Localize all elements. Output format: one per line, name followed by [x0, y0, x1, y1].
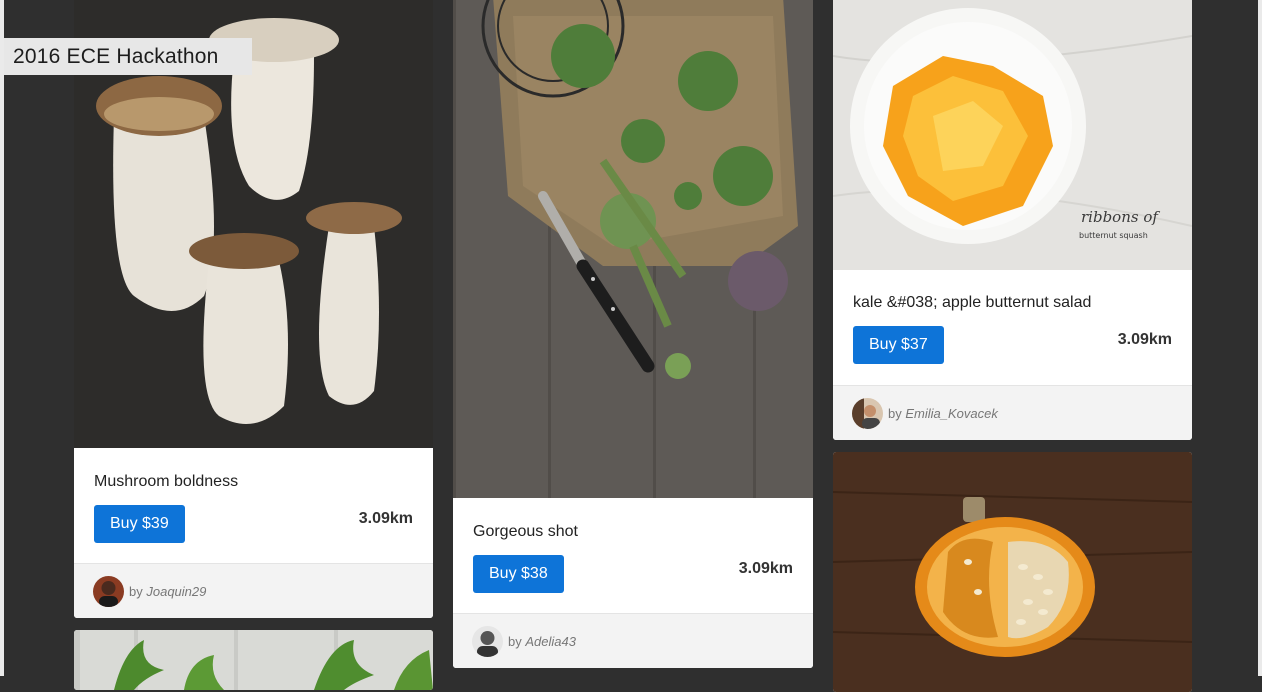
avatar[interactable]: [852, 398, 883, 429]
product-card-mushroom[interactable]: Mushroom boldness Buy $39 3.09km by Joaq…: [74, 0, 433, 618]
author-link[interactable]: Adelia43: [525, 634, 576, 649]
author-credit: by Joaquin29: [129, 584, 206, 599]
photo-caption-script: ribbons of: [1081, 208, 1160, 226]
card-title: Gorgeous shot: [473, 523, 578, 540]
author-credit: by Adelia43: [508, 634, 576, 649]
by-prefix: by: [888, 406, 902, 421]
by-prefix: by: [508, 634, 522, 649]
card-title: kale &#038; apple butternut salad: [853, 294, 1092, 311]
buy-button[interactable]: Buy $38: [473, 555, 564, 593]
buy-button[interactable]: Buy $39: [94, 505, 185, 543]
product-card-artichoke[interactable]: Gorgeous shot Buy $38 3.09km by Adelia43: [453, 0, 813, 668]
distance-label: 3.09km: [358, 510, 413, 527]
buy-button[interactable]: Buy $37: [853, 326, 944, 364]
avatar[interactable]: [472, 626, 503, 657]
card-footer: by Adelia43: [453, 613, 813, 668]
product-photo-pumpkin[interactable]: [833, 452, 1192, 692]
page-left-edge: [0, 0, 4, 676]
distance-label: 3.09km: [738, 560, 793, 577]
product-card-pumpkin[interactable]: [833, 452, 1192, 692]
by-prefix: by: [129, 584, 143, 599]
product-card-butternut[interactable]: ribbons of butternut squash kale &#038; …: [833, 0, 1192, 440]
product-photo-greens[interactable]: [74, 630, 433, 690]
photo-caption-small: butternut squash: [1079, 231, 1148, 240]
author-link[interactable]: Emilia_Kovacek: [905, 406, 998, 421]
card-footer: by Emilia_Kovacek: [833, 385, 1192, 440]
avatar[interactable]: [93, 576, 124, 607]
product-photo-butternut[interactable]: ribbons of butternut squash: [833, 0, 1192, 270]
page-right-edge: [1258, 0, 1262, 676]
product-card-greens[interactable]: [74, 630, 433, 690]
distance-label: 3.09km: [1117, 331, 1172, 348]
author-link[interactable]: Joaquin29: [146, 584, 206, 599]
product-photo-artichoke[interactable]: [453, 0, 813, 498]
author-credit: by Emilia_Kovacek: [888, 406, 998, 421]
app-title: 2016 ECE Hackathon: [4, 38, 252, 75]
card-title: Mushroom boldness: [94, 473, 239, 490]
card-footer: by Joaquin29: [74, 563, 433, 618]
